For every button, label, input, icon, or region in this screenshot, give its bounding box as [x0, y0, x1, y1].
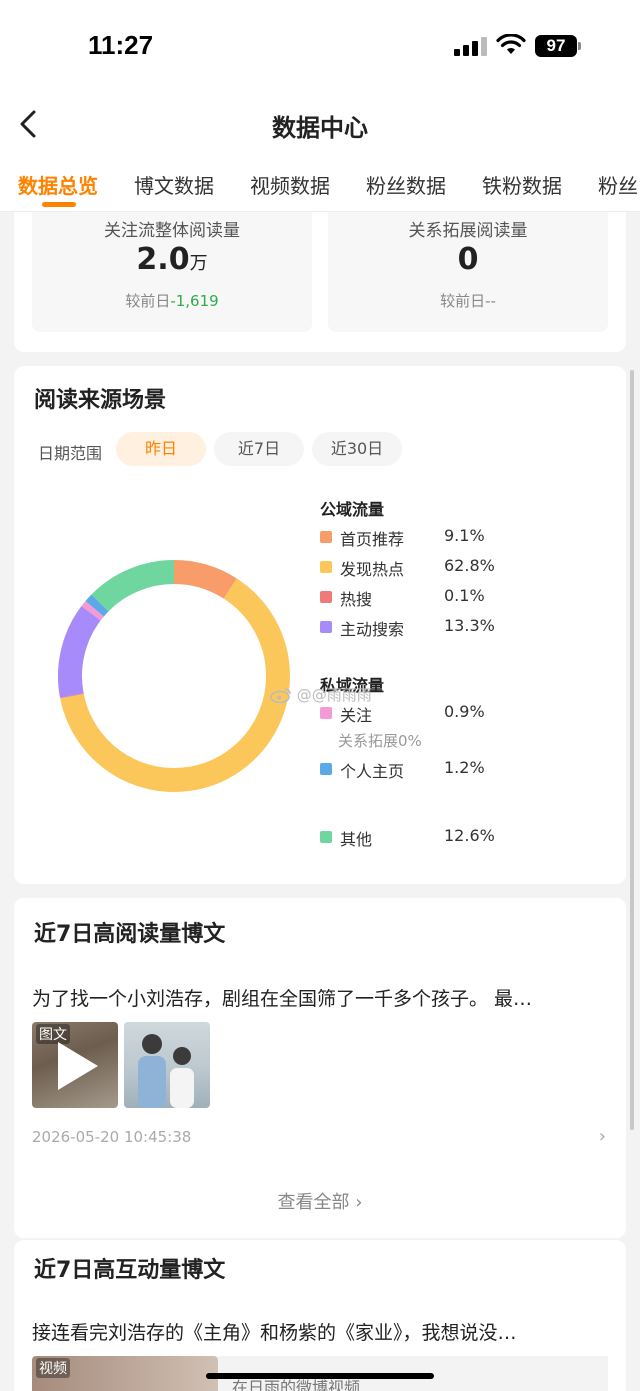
status-bar: 11:27 97 — [0, 0, 640, 90]
legend-name: 个人主页 — [340, 762, 405, 781]
metric-compare: 较前日-- — [328, 290, 608, 311]
reading-source-card: 阅读来源场景 日期范围 昨日 近7日 近30日 公域流量 私域流量 首页推荐 9.… — [14, 366, 626, 884]
legend-name: 热搜 — [340, 590, 373, 609]
chevron-right-icon: › — [355, 1192, 363, 1213]
top-interact-card: 近7日高互动量博文 接连看完刘浩存的《主角》和杨紫的《家业》，我想说没… 视频 … — [14, 1240, 626, 1391]
post-time: 2026-05-20 10:45:38 — [32, 1128, 192, 1146]
metric-number: 2.0 — [136, 242, 190, 277]
post-text[interactable]: 接连看完刘浩存的《主角》和杨紫的《家业》，我想说没… — [32, 1318, 612, 1345]
watermark-text: @@雨雨雨 — [296, 686, 372, 704]
compare-delta: -1,619 — [170, 292, 219, 310]
metric-label: 关系拓展阅读量 — [408, 221, 528, 241]
overview-card: 关注流整体阅读量 2.0万 较前日-1,619 关系拓展阅读量 0 较前日-- — [14, 212, 626, 352]
compare-label: 较前日 — [440, 292, 486, 310]
legend-name: 首页推荐 — [340, 530, 405, 549]
scrollbar[interactable] — [630, 370, 634, 1130]
post-thumbnail[interactable]: 图文 — [32, 1022, 118, 1108]
donut-chart — [58, 560, 290, 792]
metric-compare: 较前日-1,619 — [32, 290, 312, 311]
donut-slice-4[interactable] — [81, 600, 104, 621]
legend-swatch — [320, 763, 332, 775]
post-thumbnail[interactable] — [124, 1022, 210, 1108]
date-range-label: 日期范围 — [38, 444, 103, 463]
wifi-icon — [496, 34, 526, 54]
metric-relation-reads: 关系拓展阅读量 0 较前日-- — [328, 212, 608, 332]
view-all-link[interactable]: 查看全部 › — [14, 1188, 626, 1214]
metric-unit: 万 — [189, 253, 208, 274]
donut-slice-6[interactable] — [91, 560, 175, 612]
thumb-badge: 图文 — [36, 1024, 70, 1044]
legend-percent: 62.8% — [444, 556, 495, 575]
legend-name: 关注 — [340, 706, 373, 725]
tab-active-indicator — [42, 202, 76, 207]
tab-video-data[interactable]: 视频数据 — [250, 170, 330, 199]
play-icon — [58, 1042, 98, 1090]
legend-percent: 0.1% — [444, 586, 485, 605]
post-text[interactable]: 为了找一个小刘浩存，剧组在全国筛了一千多个孩子。 最… — [32, 984, 612, 1011]
page-title: 数据中心 — [272, 114, 368, 142]
view-all-label: 查看全部 — [277, 1192, 350, 1213]
metric-value: 2.0万 — [32, 242, 312, 277]
legend-swatch — [320, 561, 332, 573]
metric-value: 0 — [457, 242, 479, 277]
people-photo — [138, 1034, 194, 1108]
legend-percent: 9.1% — [444, 526, 485, 545]
legend-percent: 0.9% — [444, 702, 485, 721]
weibo-watermark: @@雨雨雨 — [270, 684, 372, 705]
legend-swatch — [320, 621, 332, 633]
legend-swatch — [320, 831, 332, 843]
metric-label: 关注流整体阅读量 — [104, 221, 240, 241]
home-indicator[interactable] — [206, 1373, 434, 1379]
signal-icon — [454, 36, 488, 56]
legend-name: 其他 — [340, 830, 373, 849]
section-title: 近7日高互动量博文 — [34, 1258, 226, 1283]
chevron-right-icon[interactable]: › — [599, 1126, 606, 1147]
legend-percent: 13.3% — [444, 616, 495, 635]
legend-percent: 12.6% — [444, 826, 495, 845]
legend-group-public: 公域流量 — [320, 500, 385, 519]
legend-percent: 1.2% — [444, 758, 485, 777]
tab-fans-more[interactable]: 粉丝 — [598, 170, 638, 199]
range-yesterday-pill[interactable]: 昨日 — [116, 432, 206, 466]
legend-name: 主动搜索 — [340, 620, 405, 639]
tab-overview[interactable]: 数据总览 — [18, 170, 98, 199]
compare-delta: -- — [485, 292, 496, 310]
range-7d-pill[interactable]: 近7日 — [214, 432, 304, 466]
status-time: 11:27 — [88, 30, 154, 60]
legend-swatch — [320, 591, 332, 603]
battery-indicator: 97 — [535, 35, 577, 57]
donut-slice-3[interactable] — [58, 606, 101, 698]
top-read-card: 近7日高阅读量博文 为了找一个小刘浩存，剧组在全国筛了一千多个孩子。 最… 图文… — [14, 898, 626, 1238]
tab-iron-fans-data[interactable]: 铁粉数据 — [482, 170, 562, 199]
legend-swatch — [320, 707, 332, 719]
donut-slice-5[interactable] — [85, 594, 109, 617]
tab-bar: 数据总览 博文数据 视频数据 粉丝数据 铁粉数据 粉丝 — [0, 160, 640, 212]
thumb-badge: 视频 — [36, 1358, 70, 1378]
range-30d-pill[interactable]: 近30日 — [312, 432, 402, 466]
section-title: 近7日高阅读量博文 — [34, 922, 226, 947]
tab-post-data[interactable]: 博文数据 — [134, 170, 214, 199]
video-thumbnail[interactable]: 视频 — [32, 1356, 218, 1391]
donut-slice-0[interactable] — [173, 560, 237, 599]
compare-label: 较前日 — [125, 292, 171, 310]
tab-fans-data[interactable]: 粉丝数据 — [366, 170, 446, 199]
legend-sub-note: 关系拓展0% — [338, 732, 422, 750]
metric-follow-reads: 关注流整体阅读量 2.0万 较前日-1,619 — [32, 212, 312, 332]
battery-cap — [578, 42, 581, 50]
legend-name: 发现热点 — [340, 560, 405, 579]
weibo-logo-icon — [270, 688, 291, 704]
section-title: 阅读来源场景 — [34, 388, 167, 413]
legend-swatch — [320, 531, 332, 543]
header: 数据中心 — [0, 90, 640, 160]
